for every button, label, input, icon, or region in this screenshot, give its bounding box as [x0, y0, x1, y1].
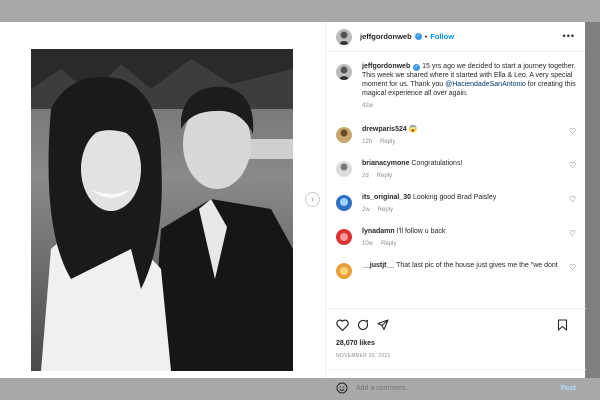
author-avatar[interactable]: [336, 64, 352, 80]
post-header: jeffgordonweb ✓ • Follow •••: [326, 22, 585, 52]
wedding-photo-illustration: [31, 49, 293, 371]
comment-composer: Post: [326, 376, 586, 400]
comment-time: 12h: [362, 139, 373, 145]
post-actions: [336, 318, 576, 332]
comment-input[interactable]: [356, 384, 556, 392]
comment-item: lynadamn I'll follow u back 10w Reply ♡: [326, 227, 586, 249]
reply-button[interactable]: Reply: [381, 241, 396, 247]
commenter-avatar[interactable]: [336, 229, 352, 245]
comment-item: brianacymone Congratulations! 2d Reply ♡: [326, 159, 586, 181]
commenter-username[interactable]: its_original_30: [362, 194, 411, 201]
heart-icon[interactable]: ♡: [569, 195, 576, 204]
backdrop-top: [0, 0, 600, 22]
post-media: ›: [0, 22, 325, 378]
post-date[interactable]: NOVEMBER 25, 2021: [336, 353, 391, 359]
comment-item: __justjt__ That last pic of the house ju…: [326, 261, 586, 279]
comment-text: 😱: [406, 126, 418, 133]
commenter-avatar[interactable]: [336, 127, 352, 143]
heart-icon[interactable]: [336, 319, 349, 331]
reply-button[interactable]: Reply: [378, 207, 393, 213]
heart-icon[interactable]: ♡: [569, 161, 576, 170]
comment-time: 2w: [362, 207, 370, 213]
comment-text: I'll follow u back: [394, 228, 446, 235]
comment-text: That last pic of the house just gives me…: [394, 262, 558, 269]
more-icon[interactable]: •••: [563, 31, 575, 41]
caption-time: 42w: [362, 103, 374, 109]
caption: jeffgordonweb ✓ 15 yrs ago we decided to …: [326, 62, 586, 111]
reply-button[interactable]: Reply: [380, 139, 395, 145]
caption-text: jeffgordonweb ✓ 15 yrs ago we decided to …: [362, 62, 576, 111]
heart-icon[interactable]: ♡: [569, 229, 576, 238]
comment-time: 2d: [362, 173, 369, 179]
comment-text: Congratulations!: [409, 160, 463, 167]
commenter-username[interactable]: lynadamn: [362, 228, 395, 235]
author-username[interactable]: jeffgordonweb: [360, 32, 412, 41]
comments-list[interactable]: jeffgordonweb ✓ 15 yrs ago we decided to …: [326, 53, 586, 303]
caption-mention[interactable]: @HaciendadeSanAntonio: [445, 81, 526, 88]
commenter-username[interactable]: drewparis524: [362, 126, 407, 133]
comment-time: 10w: [362, 241, 374, 247]
author-avatar[interactable]: [336, 28, 352, 45]
commenter-avatar[interactable]: [336, 195, 352, 211]
emoji-icon[interactable]: [336, 382, 348, 394]
reply-button[interactable]: Reply: [377, 173, 392, 179]
likes-count[interactable]: 28,070 likes: [336, 340, 375, 347]
post-sidebar: jeffgordonweb ✓ • Follow ••• jeffgordonw…: [325, 22, 586, 394]
separator-dot: •: [424, 32, 428, 41]
next-media-button[interactable]: ›: [305, 192, 320, 207]
follow-button[interactable]: Follow: [430, 32, 454, 41]
commenter-username[interactable]: __justjt__: [362, 262, 394, 269]
divider: [326, 308, 586, 309]
post-button[interactable]: Post: [561, 385, 576, 392]
heart-icon[interactable]: ♡: [569, 127, 576, 136]
verified-icon: ✓: [414, 33, 422, 40]
chevron-right-icon: ›: [310, 194, 315, 205]
commenter-avatar[interactable]: [336, 161, 352, 177]
share-icon[interactable]: [377, 319, 389, 331]
comment-icon[interactable]: [357, 319, 369, 331]
commenter-username[interactable]: brianacymone: [362, 160, 409, 167]
heart-icon[interactable]: ♡: [569, 263, 576, 272]
comment-text: Looking good Brad Paisley: [411, 194, 497, 201]
comment-item: its_original_30 Looking good Brad Paisle…: [326, 193, 586, 215]
post-photo[interactable]: [31, 49, 293, 371]
commenter-avatar[interactable]: [336, 263, 352, 279]
caption-username[interactable]: jeffgordonweb: [362, 63, 410, 70]
post-modal: › jeffgordonweb ✓ • Follow ••• jeffgordo…: [0, 22, 586, 394]
bookmark-icon[interactable]: [557, 319, 568, 331]
comment-item: drewparis524 😱 12h Reply ♡: [326, 125, 586, 147]
